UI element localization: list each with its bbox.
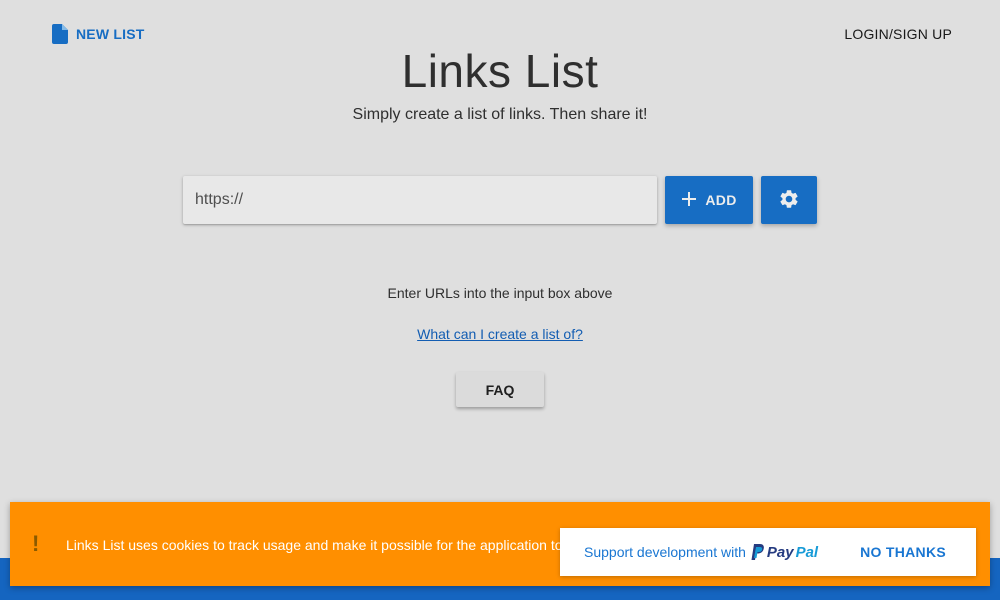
page-subtitle: Simply create a list of links. Then shar… [352, 106, 648, 123]
paypal-logo: Pay Pal [751, 544, 818, 561]
settings-button[interactable] [761, 176, 817, 224]
no-thanks-button[interactable]: NO THANKS [860, 544, 946, 560]
paypal-p-icon [751, 544, 764, 560]
login-signup-link[interactable]: LOGIN/SIGN UP [844, 26, 952, 42]
url-input[interactable] [183, 176, 657, 224]
support-card: Support development with Pay Pal NO THANK… [560, 528, 976, 576]
faq-button[interactable]: FAQ [456, 372, 544, 407]
new-list-label: NEW LIST [76, 26, 145, 42]
exclamation-icon: ! [32, 531, 40, 556]
paypal-pal: Pal [795, 543, 819, 561]
cookie-message: Links List uses cookies to track usage a… [66, 537, 563, 553]
paypal-pay: Pay [766, 543, 794, 561]
what-can-i-create-link[interactable]: What can I create a list of? [417, 326, 583, 342]
faq-link-row: What can I create a list of? [0, 326, 1000, 342]
add-button[interactable]: ADD [665, 176, 753, 224]
add-button-label: ADD [705, 192, 737, 208]
page-title: Links List [401, 45, 599, 97]
plus-icon [681, 191, 697, 210]
page: NEW LIST LOGIN/SIGN UP Links List Simply… [0, 0, 1000, 600]
support-paypal-link[interactable]: Support development with Pay Pal [584, 528, 818, 576]
cookie-banner: ! Links List uses cookies to track usage… [10, 502, 990, 586]
document-icon [52, 24, 68, 44]
support-text: Support development with [584, 544, 746, 560]
gear-icon [778, 188, 800, 213]
helper-text: Enter URLs into the input box above [387, 285, 613, 301]
new-list-link[interactable]: NEW LIST [52, 24, 144, 44]
